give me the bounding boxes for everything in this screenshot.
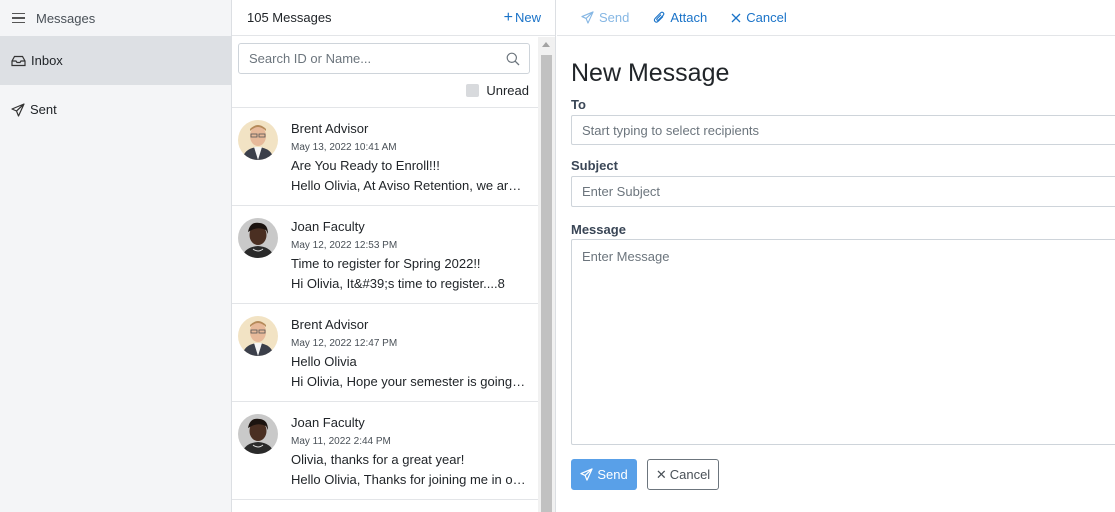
toolbar-send-label: Send (599, 10, 630, 25)
sidebar-header: Messages (0, 0, 231, 36)
message-item[interactable]: Brent Advisor May 12, 2022 12:47 PM Hell… (232, 304, 538, 402)
sidebar-item-label: Inbox (31, 53, 63, 68)
sidebar: Messages Inbox Sent (0, 0, 232, 512)
message-label: Message (571, 222, 626, 237)
to-placeholder: Start typing to select recipients (582, 122, 760, 138)
message-sender: Brent Advisor (291, 121, 369, 136)
message-preview: Hi Olivia, Hope your semester is going w… (291, 374, 527, 389)
plus-icon: + (503, 8, 513, 26)
scroll-up-arrow-icon[interactable] (542, 42, 550, 47)
message-list: Brent Advisor May 13, 2022 10:41 AM Are … (232, 107, 538, 512)
send-button-label: Send (597, 467, 628, 482)
sidebar-item-inbox[interactable]: Inbox (0, 36, 231, 85)
message-sender: Brent Advisor (291, 317, 369, 332)
search-box (238, 43, 530, 74)
message-date: May 13, 2022 10:41 AM (291, 142, 397, 153)
avatar (238, 316, 278, 356)
new-message-label: New (514, 10, 541, 25)
subject-field[interactable]: Enter Subject (571, 176, 1115, 207)
message-item[interactable]: Brent Advisor May 13, 2022 10:41 AM Are … (232, 108, 538, 206)
message-list-header: 105 Messages + New (232, 0, 555, 36)
send-button[interactable]: Send (571, 459, 637, 490)
subject-label: Subject (571, 158, 618, 173)
message-list-panel: 105 Messages + New Unread Brent Advisor … (232, 0, 556, 512)
sidebar-item-label: Sent (30, 102, 57, 117)
compose-panel: Send Attach Cancel New Message To Start … (557, 0, 1115, 512)
message-preview: Hello Olivia, Thanks for joining me in o… (291, 472, 527, 487)
close-icon: ✕ (655, 466, 667, 482)
cancel-button[interactable]: ✕ Cancel (647, 459, 719, 490)
avatar (238, 218, 278, 258)
message-sender: Joan Faculty (291, 415, 365, 430)
message-subject: Are You Ready to Enroll!!! (291, 158, 440, 173)
sidebar-item-sent[interactable]: Sent (0, 85, 231, 134)
message-sender: Joan Faculty (291, 219, 365, 234)
toolbar-cancel-label: Cancel (746, 10, 787, 25)
toolbar-attach-label: Attach (670, 10, 708, 25)
toolbar-send-button[interactable]: Send (581, 10, 629, 25)
close-icon (731, 13, 741, 22)
message-count: 105 Messages (247, 10, 332, 25)
message-placeholder: Enter Message (582, 249, 670, 264)
message-date: May 12, 2022 12:53 PM (291, 240, 398, 251)
message-item[interactable]: Joan Faculty May 11, 2022 2:44 PM Olivia… (232, 402, 538, 500)
inbox-icon (11, 55, 26, 66)
cancel-button-label: Cancel (669, 467, 711, 482)
compose-toolbar: Send Attach Cancel (557, 0, 1115, 36)
unread-filter[interactable]: Unread (466, 83, 529, 98)
to-label: To (571, 97, 586, 112)
send-icon (11, 102, 25, 117)
message-subject: Time to register for Spring 2022!! (291, 256, 481, 271)
unread-label: Unread (486, 83, 529, 98)
paperclip-icon (654, 11, 665, 23)
toolbar-cancel-button[interactable]: Cancel (731, 10, 787, 25)
message-list-scrollbar[interactable] (538, 37, 555, 512)
sidebar-title: Messages (36, 10, 96, 26)
message-subject: Olivia, thanks for a great year! (291, 452, 465, 467)
unread-checkbox[interactable] (466, 84, 480, 97)
send-icon (581, 11, 594, 24)
page-title: New Message (571, 59, 730, 87)
search-input[interactable] (249, 51, 489, 66)
message-date: May 12, 2022 12:47 PM (291, 338, 398, 349)
message-preview: Hello Olivia, At Aviso Retention, we are… (291, 178, 527, 193)
message-date: May 11, 2022 2:44 PM (291, 436, 391, 447)
avatar (238, 120, 278, 160)
message-preview: Hi Olivia, It&#39;s time to register....… (291, 276, 505, 291)
avatar (238, 414, 278, 454)
hamburger-menu-icon[interactable] (12, 12, 25, 24)
toolbar-attach-button[interactable]: Attach (653, 10, 707, 25)
message-item[interactable]: Joan Faculty May 12, 2022 12:53 PM Time … (232, 206, 538, 304)
subject-placeholder: Enter Subject (582, 184, 661, 199)
scrollbar-thumb[interactable] (541, 55, 552, 512)
new-message-button[interactable]: + New (503, 8, 541, 26)
search-icon[interactable] (506, 52, 520, 66)
message-body-field[interactable]: Enter Message (571, 239, 1115, 445)
to-field[interactable]: Start typing to select recipients (571, 115, 1115, 145)
messages-app: Messages Inbox Sent 105 Messages + New U… (0, 0, 1115, 512)
message-subject: Hello Olivia (291, 354, 357, 369)
send-icon (580, 468, 593, 481)
